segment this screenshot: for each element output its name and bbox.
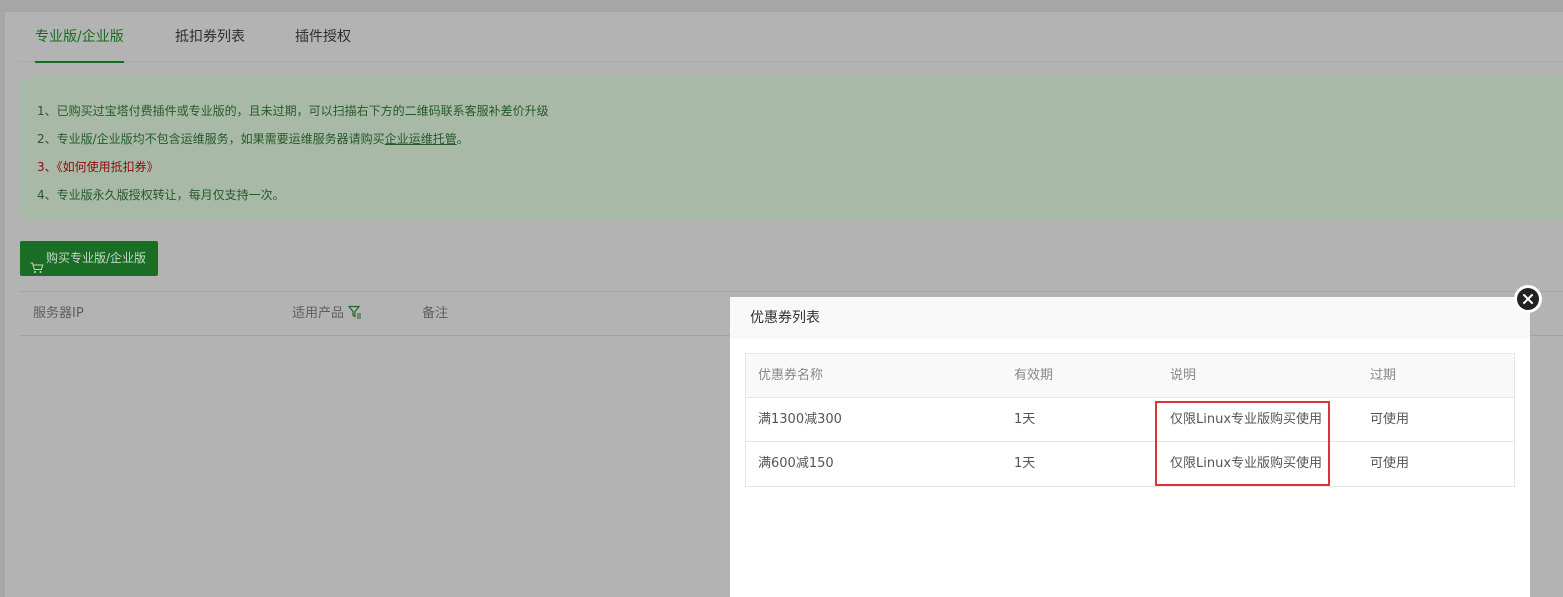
tab-bar: 专业版/企业版 抵扣券列表 插件授权 xyxy=(19,12,1563,63)
tab-pro-enterprise[interactable]: 专业版/企业版 xyxy=(35,12,124,63)
col-coupon-name: 优惠券名称 xyxy=(758,368,824,383)
col-validity: 有效期 xyxy=(1014,368,1054,383)
filter-icon[interactable] xyxy=(347,294,362,319)
coupon-status: 可使用 xyxy=(1370,456,1410,471)
coupon-validity: 1天 xyxy=(1014,456,1036,471)
coupon-dialog: 优惠券列表 优惠券名称 有效期 说明 过期 满1300减300 1天 仅限Lin… xyxy=(730,297,1530,597)
enterprise-ops-link[interactable]: 企业运维托管 xyxy=(385,132,457,146)
notice-line-2: 2、专业版/企业版均不包含运维服务，如果需要运维服务器请购买企业运维托管。 xyxy=(20,125,1563,153)
coupon-validity: 1天 xyxy=(1014,412,1036,427)
tab-plugin-license[interactable]: 插件授权 xyxy=(295,12,351,62)
buy-pro-button[interactable]: 购买专业版/企业版 xyxy=(20,241,158,276)
coupon-description: 仅限Linux专业版购买使用 xyxy=(1170,456,1323,471)
notice-line-2-suffix: 。 xyxy=(456,132,469,146)
coupon-description: 仅限Linux专业版购买使用 xyxy=(1170,412,1323,427)
cart-icon xyxy=(30,253,44,273)
notice-line-2-text: 2、专业版/企业版均不包含运维服务，如果需要运维服务器请购买 xyxy=(37,132,385,146)
table-row: 满1300减300 1天 仅限Linux专业版购买使用 可使用 xyxy=(746,398,1514,442)
coupon-table: 优惠券名称 有效期 说明 过期 满1300减300 1天 仅限Linux专业版购… xyxy=(745,353,1515,487)
coupon-table-header: 优惠券名称 有效期 说明 过期 xyxy=(746,354,1514,398)
notice-line-1: 1、已购买过宝塔付费插件或专业版的，且未过期，可以扫描右下方的二维码联系客服补差… xyxy=(37,104,549,118)
dialog-title: 优惠券列表 xyxy=(730,297,1530,339)
coupon-howto-link[interactable]: 3、《如何使用抵扣券》 xyxy=(20,153,1563,181)
coupon-name: 满1300减300 xyxy=(758,412,842,427)
col-product: 适用产品 xyxy=(292,292,362,335)
table-row: 满600减150 1天 仅限Linux专业版购买使用 可使用 xyxy=(746,442,1514,486)
coupon-status: 可使用 xyxy=(1370,412,1410,427)
close-dialog-button[interactable] xyxy=(1514,285,1542,313)
col-server-ip: 服务器IP xyxy=(33,306,84,321)
notice-box: 1、已购买过宝塔付费插件或专业版的，且未过期，可以扫描右下方的二维码联系客服补差… xyxy=(20,77,1563,221)
buy-pro-label: 购买专业版/企业版 xyxy=(46,251,147,265)
coupon-name: 满600减150 xyxy=(758,456,834,471)
notice-line-4: 4、专业版永久版授权转让，每月仅支持一次。 xyxy=(37,188,285,202)
col-product-label: 适用产品 xyxy=(292,306,345,321)
close-icon xyxy=(1517,288,1539,310)
col-description: 说明 xyxy=(1170,368,1197,383)
col-remark: 备注 xyxy=(422,306,449,321)
tab-coupon-list[interactable]: 抵扣券列表 xyxy=(175,12,245,62)
col-expired: 过期 xyxy=(1370,368,1397,383)
